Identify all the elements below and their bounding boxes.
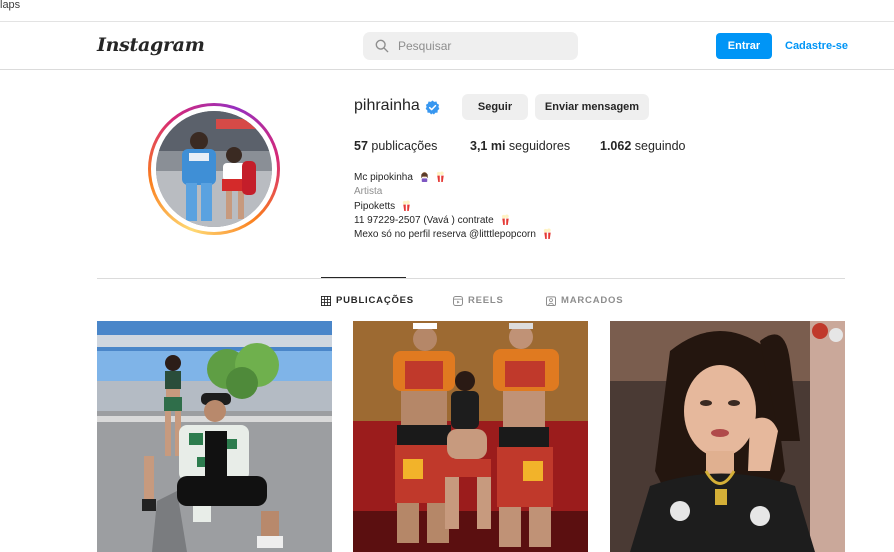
search-box[interactable] <box>363 32 578 60</box>
top-navigation: Instagram Entrar Cadastre-se <box>0 22 894 70</box>
verified-badge-icon <box>425 100 440 115</box>
bio-category: Artista <box>354 186 383 197</box>
tab-tagged-label: MARCADOS <box>561 295 624 306</box>
bookmarks-bar: laps <box>0 0 894 22</box>
bio-line-1-text: Pipoketts <box>354 201 396 212</box>
signup-link[interactable]: Cadastre-se <box>785 40 848 52</box>
tabs-divider <box>97 278 845 279</box>
following-stat[interactable]: 1.062 seguindo <box>600 139 686 153</box>
bookmark-fragment[interactable]: laps <box>0 0 20 11</box>
followers-label: seguidores <box>508 139 571 153</box>
search-icon <box>375 39 389 53</box>
bio-name: Mc pipokinha <box>354 171 446 185</box>
followers-stat[interactable]: 3,1 mi seguidores <box>470 139 570 153</box>
login-button[interactable]: Entrar <box>716 33 772 59</box>
bio-line-2-text: 11 97229-2507 (Vavá ) contrate <box>354 215 494 226</box>
active-tab-indicator <box>321 277 406 278</box>
instagram-logo[interactable]: Instagram <box>97 34 205 56</box>
posts-label: publicações <box>371 139 438 153</box>
send-message-button[interactable]: Enviar mensagem <box>535 94 649 120</box>
reels-icon <box>453 295 463 306</box>
posts-stat: 57 publicações <box>354 139 437 153</box>
followers-count: 3,1 mi <box>470 139 506 153</box>
following-label: seguindo <box>634 139 686 153</box>
following-count: 1.062 <box>600 139 632 153</box>
post-thumbnail[interactable] <box>353 321 588 552</box>
tab-reels-label: REELS <box>468 295 504 306</box>
avatar <box>156 111 272 227</box>
popcorn-emoji-icon <box>402 200 410 211</box>
popcorn-emoji-icon <box>501 214 509 225</box>
tab-tagged[interactable]: MARCADOS <box>546 295 623 306</box>
posts-count: 57 <box>354 139 368 153</box>
bio-line-1: Pipoketts <box>354 200 412 214</box>
tab-posts-label: PUBLICAÇÕES <box>336 295 414 306</box>
tab-reels[interactable]: REELS <box>453 295 504 306</box>
profile-username: pihrainha <box>354 97 420 114</box>
profile-avatar-ring[interactable] <box>148 103 280 235</box>
tagged-icon <box>546 295 556 306</box>
follow-button[interactable]: Seguir <box>462 94 528 120</box>
bio-name-text: Mc pipokinha <box>354 172 413 183</box>
search-input[interactable] <box>398 39 568 53</box>
bio-line-2: 11 97229-2507 (Vavá ) contrate <box>354 214 511 228</box>
post-thumbnail[interactable] <box>610 321 845 552</box>
grid-icon <box>321 295 331 306</box>
bio-line-3-text: Mexo só no perfil reserva @litttlepopcor… <box>354 229 536 240</box>
woman-emoji-icon <box>420 171 428 182</box>
popcorn-emoji-icon <box>437 171 445 182</box>
popcorn-emoji-icon <box>543 228 551 239</box>
post-thumbnail[interactable] <box>97 321 332 552</box>
tab-posts[interactable]: PUBLICAÇÕES <box>321 295 414 306</box>
bio-line-3: Mexo só no perfil reserva @litttlepopcor… <box>354 228 553 242</box>
